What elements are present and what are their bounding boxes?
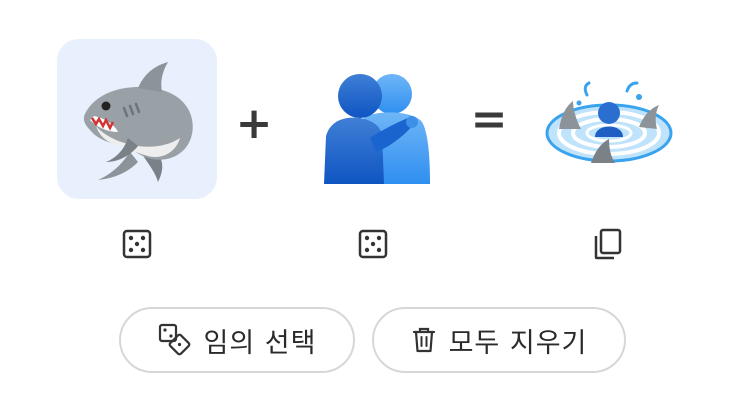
clear-all-label: 모두 지우기 (448, 327, 588, 359)
shark-emoji (83, 62, 193, 182)
dice-icon (122, 229, 152, 259)
middle-emoji-slot[interactable] (298, 46, 448, 196)
emoji-kitchen-card: + = 임의 선택 모두 지우기 (0, 0, 744, 418)
copy-result-button[interactable] (589, 226, 625, 262)
shark-and-person-in-water-emoji (545, 81, 673, 163)
clear-all-button[interactable]: 모두 지우기 (372, 307, 626, 373)
plus-symbol: + (235, 98, 273, 149)
randomize-left-button[interactable] (119, 226, 155, 262)
trash-icon (412, 327, 435, 353)
people-hugging-emoji (324, 74, 430, 184)
random-select-button[interactable]: 임의 선택 (119, 307, 355, 373)
random-select-label: 임의 선택 (203, 327, 317, 359)
randomize-middle-button[interactable] (355, 226, 391, 262)
dice-icon (358, 229, 388, 259)
copy-icon (594, 228, 622, 260)
dice-icon (158, 323, 190, 356)
left-emoji-slot[interactable] (57, 39, 217, 199)
result-emoji-slot[interactable] (534, 46, 684, 196)
equals-symbol: = (470, 94, 508, 145)
